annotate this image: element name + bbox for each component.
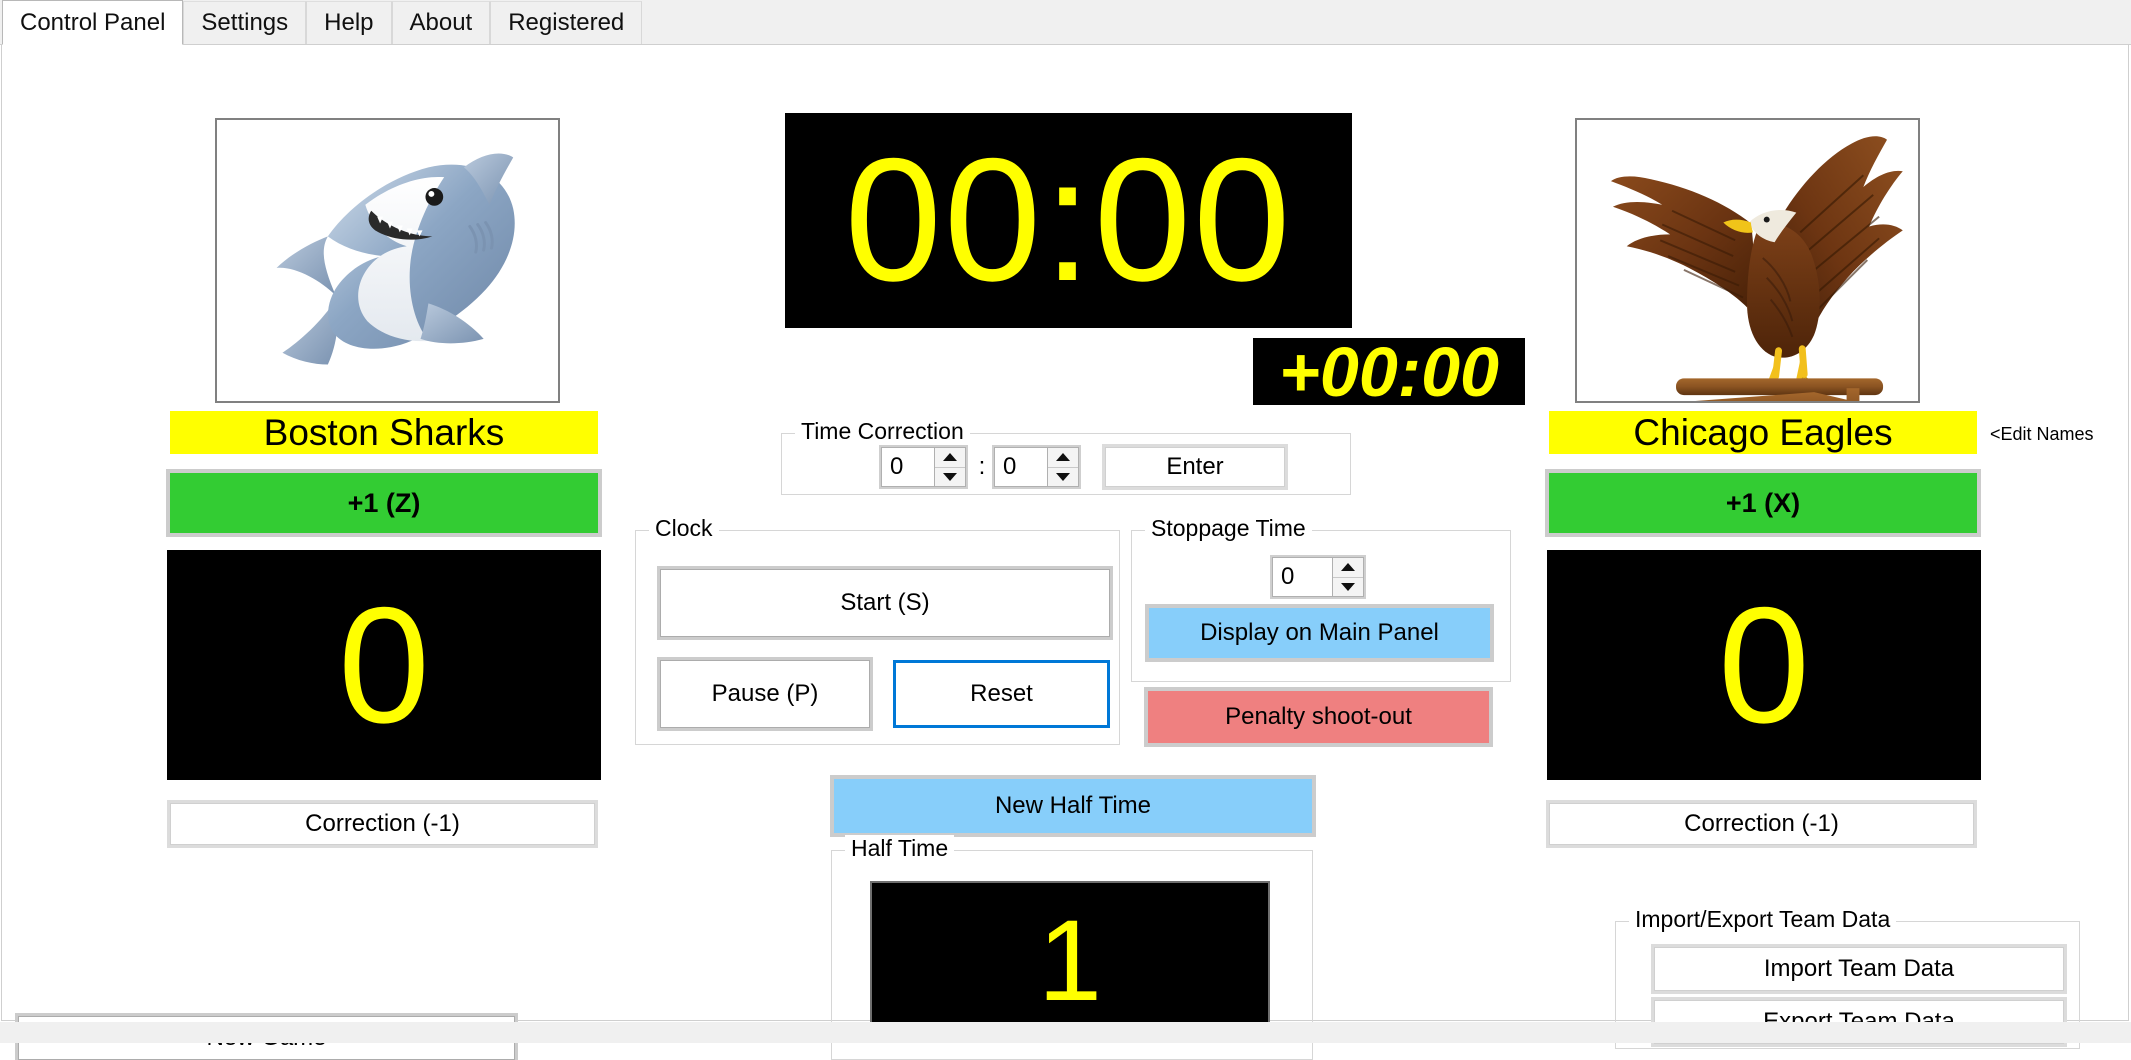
half-time-legend: Half Time: [845, 835, 955, 862]
time-correction-enter-button[interactable]: Enter: [1102, 444, 1288, 490]
away-correction-button[interactable]: Correction (-1): [1546, 800, 1977, 848]
tab-about[interactable]: About: [391, 1, 491, 44]
home-score-display: 0: [167, 550, 601, 780]
tab-settings[interactable]: Settings: [183, 1, 307, 44]
stoppage-minutes-value[interactable]: 0: [1273, 558, 1332, 596]
main-clock-display: 00:00: [785, 113, 1352, 328]
penalty-shootout-label: Penalty shoot-out: [1225, 703, 1412, 730]
enter-label: Enter: [1166, 453, 1224, 480]
chevron-down-icon: [943, 472, 957, 481]
import-export-legend: Import/Export Team Data: [1629, 906, 1897, 933]
away-team-logo-frame: [1575, 118, 1920, 403]
away-team-name-banner: Chicago Eagles: [1549, 411, 1977, 454]
away-team-name: Chicago Eagles: [1633, 411, 1893, 453]
tab-strip: Control Panel Settings Help About Regist…: [0, 0, 2131, 45]
spinner-increment-button[interactable]: [1048, 448, 1078, 468]
edit-names-label: <Edit Names: [1990, 423, 2094, 444]
tab-label: Help: [324, 9, 374, 36]
home-team-name-banner: Boston Sharks: [170, 411, 598, 454]
away-score-display: 0: [1547, 550, 1981, 780]
penalty-shootout-button[interactable]: Penalty shoot-out: [1144, 687, 1493, 747]
separator-glyph: :: [978, 453, 986, 480]
spinner-decrement-button[interactable]: [1333, 577, 1363, 596]
home-add-point-button[interactable]: +1 (Z): [166, 469, 602, 537]
clock-start-button[interactable]: Start (S): [657, 566, 1113, 640]
tab-label: Registered: [508, 9, 625, 36]
chevron-up-icon: [1341, 563, 1355, 572]
tab-label: About: [409, 9, 473, 36]
clock-legend: Clock: [649, 515, 719, 542]
chevron-down-icon: [1341, 582, 1355, 591]
main-clock-value: 00:00: [844, 123, 1293, 318]
away-add-point-label: +1 (X): [1725, 487, 1801, 518]
tab-label: Control Panel: [20, 8, 166, 36]
home-correction-button[interactable]: Correction (-1): [167, 800, 598, 848]
time-correction-separator: :: [974, 447, 990, 487]
half-time-display: 1: [870, 881, 1270, 1041]
tab-help[interactable]: Help: [306, 1, 392, 44]
home-add-point-label: +1 (Z): [347, 487, 421, 518]
chevron-up-icon: [943, 453, 957, 462]
import-team-data-label: Import Team Data: [1763, 955, 1955, 982]
reset-label: Reset: [970, 680, 1033, 707]
import-team-data-button[interactable]: Import Team Data: [1651, 944, 2067, 994]
stoppage-time-group: Stoppage Time 0 Display on Main Panel: [1131, 515, 1511, 682]
window-bottom-strip: [0, 1022, 2131, 1043]
display-on-main-panel-label: Display on Main Panel: [1200, 619, 1439, 646]
home-correction-label: Correction (-1): [305, 810, 460, 837]
tab-label: Settings: [201, 9, 289, 36]
shark-logo-icon: [217, 120, 558, 401]
control-panel-body: Boston Sharks +1 (Z) 0 Correction (-1) C…: [1, 45, 2131, 1060]
time-correction-minutes-spinner[interactable]: 0: [879, 445, 968, 489]
stoppage-minutes-spinner[interactable]: 0: [1270, 555, 1366, 599]
home-team-name: Boston Sharks: [263, 411, 505, 453]
display-on-main-panel-button[interactable]: Display on Main Panel: [1145, 604, 1494, 662]
eagle-logo-icon: [1577, 120, 1918, 401]
home-team-logo-frame: [215, 118, 560, 403]
application-window: Control Panel Settings Help About Regist…: [0, 0, 2131, 1060]
time-correction-legend: Time Correction: [795, 418, 970, 445]
clock-group: Clock Start (S) Pause (P) Reset: [635, 515, 1120, 745]
stoppage-clock-display: +00:00: [1253, 338, 1525, 405]
chevron-down-icon: [1056, 472, 1070, 481]
clock-reset-button[interactable]: Reset: [893, 660, 1110, 728]
edit-names-link[interactable]: <Edit Names: [1990, 422, 2131, 446]
time-correction-group: Time Correction 0 : 0 Enter: [781, 418, 1351, 495]
start-label: Start (S): [840, 589, 930, 616]
spinner-increment-button[interactable]: [935, 448, 965, 468]
stoppage-clock-value: +00:00: [1279, 338, 1499, 405]
tab-control-panel[interactable]: Control Panel: [2, 0, 184, 45]
time-correction-seconds-spinner[interactable]: 0: [992, 445, 1081, 489]
spinner-buttons: [1332, 558, 1363, 596]
time-correction-seconds-value[interactable]: 0: [995, 448, 1047, 486]
tab-registered[interactable]: Registered: [490, 1, 643, 44]
clock-pause-button[interactable]: Pause (P): [657, 657, 873, 731]
spinner-increment-button[interactable]: [1333, 558, 1363, 578]
home-score-value: 0: [338, 572, 430, 757]
spinner-decrement-button[interactable]: [1048, 467, 1078, 486]
time-correction-minutes-value[interactable]: 0: [882, 448, 934, 486]
spinner-buttons: [934, 448, 965, 486]
away-correction-label: Correction (-1): [1684, 810, 1839, 837]
away-add-point-button[interactable]: +1 (X): [1545, 469, 1981, 537]
stoppage-time-legend: Stoppage Time: [1145, 515, 1312, 542]
new-half-time-label: New Half Time: [994, 792, 1152, 819]
spinner-decrement-button[interactable]: [935, 467, 965, 486]
away-score-value: 0: [1718, 572, 1810, 757]
half-time-value: 1: [1038, 896, 1102, 1025]
chevron-up-icon: [1056, 453, 1070, 462]
spinner-buttons: [1047, 448, 1078, 486]
pause-label: Pause (P): [711, 680, 819, 707]
new-half-time-button[interactable]: New Half Time: [830, 775, 1316, 837]
